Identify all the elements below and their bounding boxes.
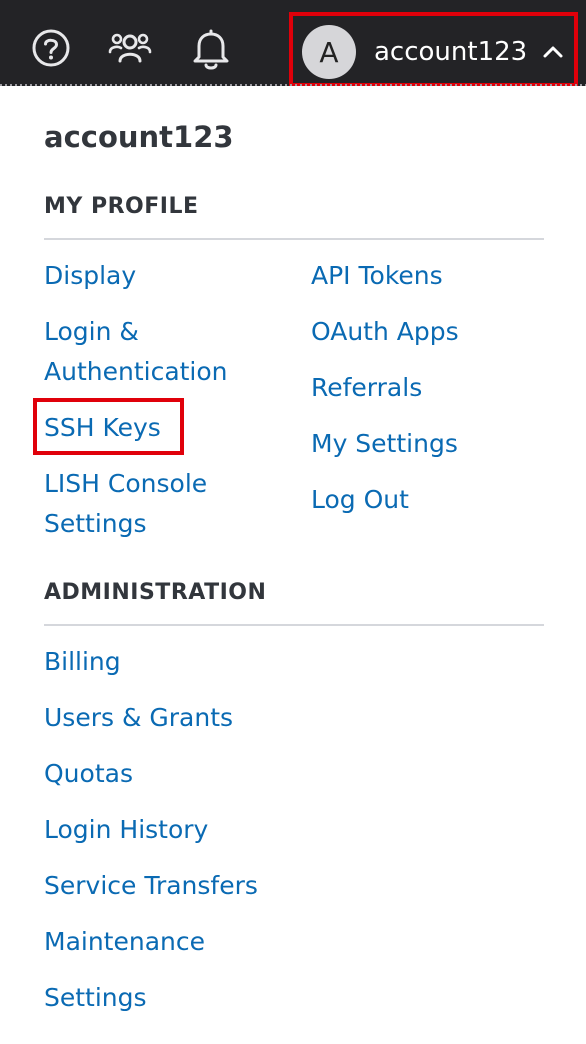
referrals-link[interactable]: Referrals — [311, 368, 422, 408]
quotas-link[interactable]: Quotas — [44, 754, 133, 794]
settings-link[interactable]: Settings — [44, 978, 147, 1018]
bell-icon[interactable] — [189, 26, 233, 70]
maintenance-link[interactable]: Maintenance — [44, 922, 205, 962]
lish-console-settings-link[interactable]: LISH Console Settings — [44, 464, 284, 544]
login-authentication-link[interactable]: Login & Authentication — [44, 312, 304, 392]
administration-divider — [44, 624, 544, 626]
menu-username: account123 — [44, 120, 234, 154]
users-grants-link[interactable]: Users & Grants — [44, 698, 233, 738]
service-transfers-link[interactable]: Service Transfers — [44, 866, 258, 906]
log-out-link[interactable]: Log Out — [311, 480, 409, 520]
api-tokens-link[interactable]: API Tokens — [311, 256, 443, 296]
billing-link[interactable]: Billing — [44, 642, 121, 682]
my-settings-link[interactable]: My Settings — [311, 424, 458, 464]
help-icon[interactable] — [29, 26, 73, 70]
chevron-up-icon — [543, 46, 563, 58]
display-link[interactable]: Display — [44, 256, 136, 296]
account-menu-button[interactable]: A account123 — [289, 12, 578, 87]
ssh-keys-link[interactable]: SSH Keys — [44, 408, 161, 448]
community-users-icon[interactable] — [108, 26, 152, 70]
my-profile-heading: MY PROFILE — [44, 194, 199, 219]
top-bar: A account123 — [0, 0, 586, 87]
login-history-link[interactable]: Login History — [44, 810, 208, 850]
oauth-apps-link[interactable]: OAuth Apps — [311, 312, 459, 352]
administration-heading: ADMINISTRATION — [44, 580, 267, 605]
account-dropdown-menu: account123 MY PROFILE Display Login & Au… — [0, 86, 586, 1044]
account-name: account123 — [374, 37, 528, 67]
my-profile-divider — [44, 238, 544, 240]
avatar: A — [302, 25, 356, 79]
